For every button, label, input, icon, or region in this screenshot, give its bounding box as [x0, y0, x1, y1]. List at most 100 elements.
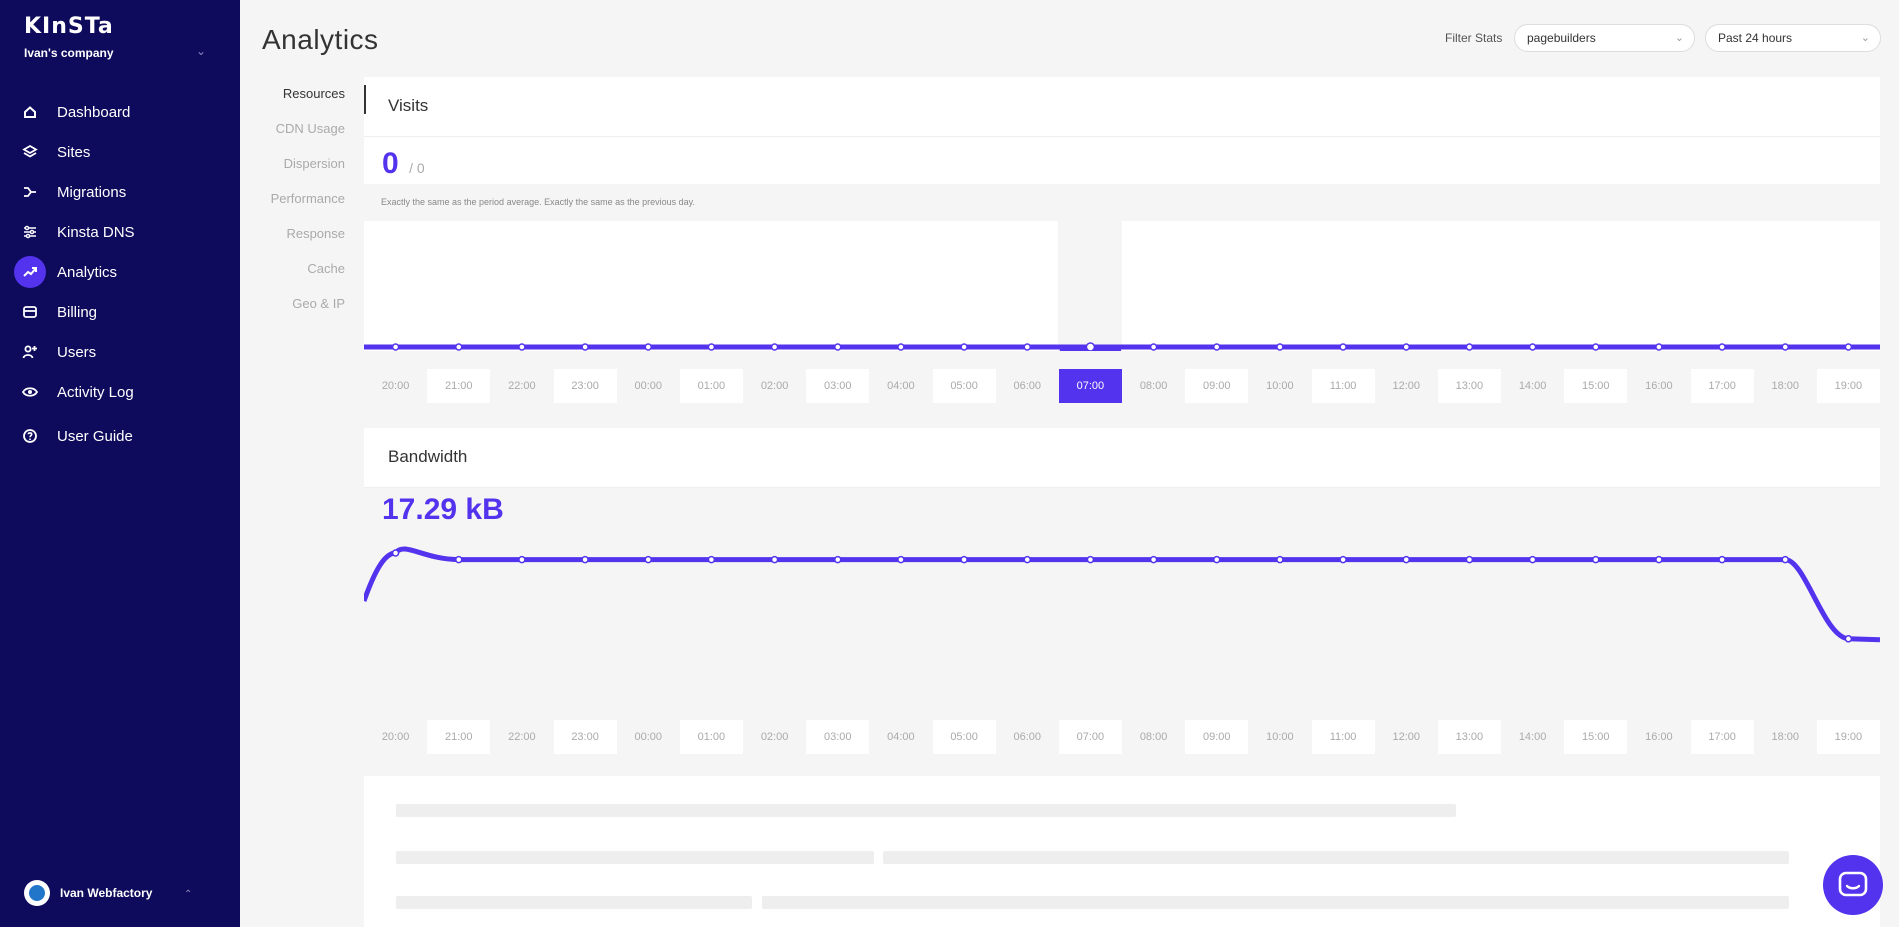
range-select[interactable]: Past 24 hours ⌄ [1705, 24, 1881, 52]
bandwidth-tick-label: 16:00 [1645, 731, 1673, 743]
sidebar-item-sites[interactable]: Sites [0, 132, 240, 172]
bandwidth-point[interactable] [391, 549, 400, 557]
tab-response[interactable]: Response [250, 226, 345, 261]
visits-point[interactable] [391, 343, 400, 351]
bandwidth-point[interactable] [1213, 555, 1221, 564]
bandwidth-point[interactable] [1276, 555, 1284, 564]
migrate-icon [14, 176, 46, 208]
bandwidth-point[interactable] [1844, 635, 1853, 643]
sidebar-item-users[interactable]: Users [0, 332, 240, 372]
bandwidth-tick-label: 21:00 [427, 720, 491, 754]
visits-point[interactable] [1276, 343, 1284, 351]
bandwidth-point[interactable] [707, 555, 716, 564]
bandwidth-point[interactable] [1781, 555, 1789, 564]
visits-point[interactable] [1718, 343, 1726, 351]
sidebar-item-label: Billing [57, 303, 98, 321]
bandwidth-tick-label: 02:00 [760, 731, 789, 743]
chevron-up-icon[interactable]: ⌃ [184, 889, 192, 900]
visits-point[interactable] [1339, 343, 1347, 351]
bandwidth-point[interactable] [1528, 555, 1537, 564]
bandwidth-point[interactable] [770, 555, 779, 564]
visits-point[interactable] [581, 343, 589, 351]
visits-point[interactable] [1592, 343, 1600, 351]
sidebar-item-analytics[interactable]: Analytics [0, 252, 240, 292]
visits-point[interactable] [897, 343, 905, 351]
bandwidth-point[interactable] [644, 555, 652, 564]
sidebar-item-label: Kinsta DNS [57, 223, 135, 241]
visits-point[interactable] [518, 343, 526, 351]
visits-point[interactable] [834, 343, 842, 351]
bandwidth-point[interactable] [455, 555, 463, 564]
company-name[interactable]: Ivan's company [24, 46, 114, 60]
visits-value-group: 0 / 0 [382, 147, 425, 181]
bandwidth-tick-label: 05:00 [932, 720, 996, 754]
bandwidth-point[interactable] [518, 555, 526, 564]
sidebar-item-kinsta-dns[interactable]: Kinsta DNS [0, 212, 240, 252]
visits-tick-label: 11:00 [1311, 369, 1375, 403]
chat-support-button[interactable] [1823, 855, 1883, 915]
bandwidth-point[interactable] [960, 555, 968, 564]
sidebar-item-user-guide[interactable]: User Guide [0, 416, 240, 456]
sidebar-item-billing[interactable]: Billing [0, 292, 240, 332]
visits-point[interactable] [1655, 343, 1663, 351]
visits-point[interactable] [1213, 343, 1221, 351]
bandwidth-tick-label: 12:00 [1392, 731, 1420, 743]
visits-point[interactable] [1402, 343, 1410, 351]
tab-cache[interactable]: Cache [250, 261, 345, 296]
bandwidth-point[interactable] [1149, 555, 1158, 564]
bandwidth-tick-label: 20:00 [381, 731, 410, 743]
bandwidth-point[interactable] [1086, 555, 1095, 564]
visits-x-axis: 20:00 21:00 22:00 23:00 00:00 01:00 02:00 03:00… [364, 369, 1880, 403]
bandwidth-tick-label: 01:00 [679, 720, 743, 754]
bandwidth-point[interactable] [1023, 555, 1031, 564]
bandwidth-point[interactable] [1402, 555, 1410, 564]
visits-tick-label: 02:00 [760, 380, 789, 392]
visits-point[interactable] [1844, 343, 1853, 351]
sidebar-item-dashboard[interactable]: Dashboard [0, 92, 240, 132]
loading-placeholder [364, 776, 1880, 927]
eye-icon [14, 376, 46, 408]
kinsta-logo[interactable]: KInSTa [24, 14, 114, 39]
avatar [24, 880, 50, 906]
visits-tick-label: 08:00 [1139, 380, 1168, 392]
visits-tick-label: 07:00 [1058, 369, 1122, 403]
visits-point[interactable] [455, 343, 463, 351]
layers-icon [14, 136, 46, 168]
visits-point[interactable] [644, 343, 652, 351]
visits-point[interactable] [1149, 343, 1158, 351]
visits-point[interactable] [960, 343, 968, 351]
help-icon [14, 420, 46, 452]
bandwidth-point[interactable] [1339, 555, 1347, 564]
bandwidth-point[interactable] [1718, 555, 1726, 564]
sidebar-item-activity-log[interactable]: Activity Log [0, 372, 240, 412]
bandwidth-point[interactable] [834, 555, 842, 564]
tab-performance[interactable]: Performance [250, 191, 345, 226]
visits-point[interactable] [1085, 342, 1096, 351]
bandwidth-tick-label: 23:00 [553, 720, 617, 754]
visits-point[interactable] [770, 343, 779, 351]
bandwidth-point[interactable] [1465, 555, 1474, 564]
billing-icon [14, 296, 46, 328]
sidebar-item-migrations[interactable]: Migrations [0, 172, 240, 212]
visits-tick-label: 21:00 [427, 369, 491, 403]
bandwidth-point[interactable] [1655, 555, 1663, 564]
bandwidth-tick-label: 10:00 [1266, 731, 1294, 743]
visits-point[interactable] [1781, 343, 1789, 351]
tab-dispersion[interactable]: Dispersion [250, 156, 345, 191]
visits-point[interactable] [1023, 343, 1031, 351]
divider [364, 136, 1880, 137]
visits-point[interactable] [707, 343, 716, 351]
tab-resources[interactable]: Resources [250, 86, 345, 121]
chevron-down-icon[interactable]: ⌄ [196, 44, 206, 58]
site-select[interactable]: pagebuilders ⌄ [1514, 24, 1695, 52]
bandwidth-point[interactable] [1592, 555, 1600, 564]
bandwidth-point[interactable] [581, 555, 589, 564]
visits-tick-label: 04:00 [887, 380, 915, 392]
visits-point[interactable] [1528, 343, 1537, 351]
user-menu[interactable]: Ivan Webfactory [24, 880, 152, 906]
bandwidth-point[interactable] [897, 555, 905, 564]
tab-cdn-usage[interactable]: CDN Usage [250, 121, 345, 156]
sidebar-item-label: Analytics [57, 263, 118, 281]
visits-point[interactable] [1465, 343, 1474, 351]
tab-geo-ip[interactable]: Geo & IP [250, 296, 345, 331]
